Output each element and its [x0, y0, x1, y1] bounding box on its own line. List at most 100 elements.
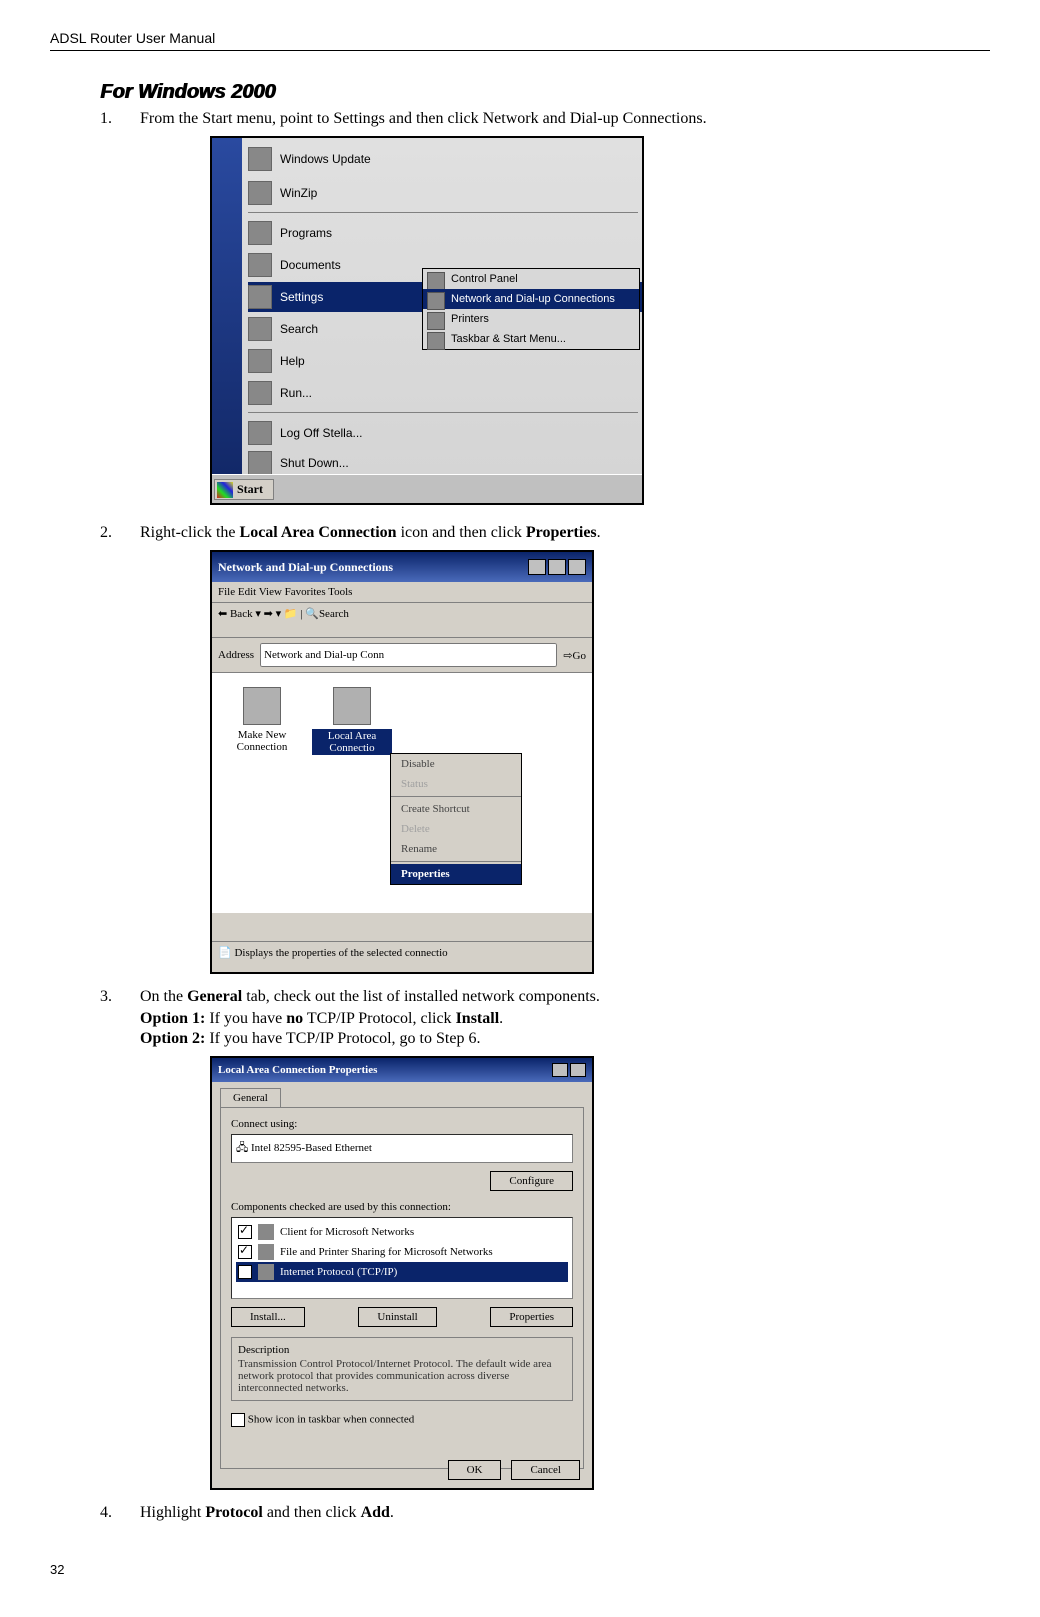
menubar[interactable]: File Edit View Favorites Tools [212, 582, 592, 603]
menu-label: Settings [280, 290, 323, 304]
window-titlebar: Network and Dial-up Connections [212, 552, 592, 582]
dialog-title: Local Area Connection Properties [218, 1064, 377, 1076]
explorer-body: Make New Connection Local AreaConnectio … [212, 673, 592, 913]
icon-label: Connectio [329, 742, 374, 754]
component-file-print[interactable]: File and Printer Sharing for Microsoft N… [236, 1242, 568, 1262]
ctx-properties[interactable]: Properties [391, 864, 521, 884]
windows-update-icon [248, 147, 272, 171]
text-run: If you have [205, 1010, 286, 1027]
text-run: icon and then click [397, 524, 526, 541]
search-button[interactable]: Search [319, 608, 349, 620]
description-heading: Description [238, 1344, 566, 1356]
dialog-footer: OK Cancel [448, 1460, 580, 1480]
menu-label: WinZip [280, 186, 317, 200]
component-label: Client for Microsoft Networks [280, 1226, 414, 1238]
step-3: 3. On the General tab, check out the lis… [100, 988, 990, 1006]
menu-help[interactable]: Help [248, 346, 642, 376]
text-run: Right-click the [140, 524, 240, 541]
shutdown-icon [248, 451, 272, 475]
step-1: 1. From the Start menu, point to Setting… [100, 110, 990, 128]
description-text: Transmission Control Protocol/Internet P… [238, 1358, 566, 1394]
ctx-create-shortcut[interactable]: Create Shortcut [391, 799, 521, 819]
logoff-icon [248, 421, 272, 445]
share-icon [258, 1244, 274, 1260]
win2000-banner [212, 138, 242, 475]
minimize-icon[interactable] [528, 559, 546, 575]
checkbox-icon[interactable] [231, 1413, 245, 1427]
help-icon[interactable] [552, 1063, 568, 1077]
address-label: Address [218, 649, 254, 661]
step-3-text: On the General tab, check out the list o… [140, 988, 990, 1006]
step-4-text: Highlight Protocol and then click Add. [140, 1504, 990, 1522]
adapter-icon: 🖧 [236, 1142, 248, 1154]
menu-label: Help [280, 354, 305, 368]
submenu-printers[interactable]: Printers [423, 309, 639, 329]
text-bold: Add [361, 1504, 390, 1521]
configure-button[interactable]: Configure [490, 1171, 573, 1191]
step-4-number: 4. [100, 1504, 140, 1522]
menu-run[interactable]: Run... [248, 378, 642, 408]
component-label: Internet Protocol (TCP/IP) [280, 1266, 397, 1278]
submenu-taskbar[interactable]: Taskbar & Start Menu... [423, 329, 639, 349]
ctx-rename[interactable]: Rename [391, 839, 521, 859]
run-icon [248, 381, 272, 405]
start-button[interactable]: Start [214, 479, 274, 500]
maximize-icon[interactable] [548, 559, 566, 575]
back-button[interactable]: Back [230, 608, 253, 620]
menu-programs[interactable]: Programs [248, 218, 642, 248]
icon-label: Local Area [328, 730, 377, 742]
uninstall-button[interactable]: Uninstall [358, 1307, 436, 1327]
figure-start-menu: Windows Update WinZip Programs Documents… [210, 136, 990, 510]
text-bold: Local Area Connection [240, 524, 397, 541]
step-2-text: Right-click the Local Area Connection ic… [140, 524, 990, 542]
option-2: Option 2: If you have TCP/IP Protocol, g… [140, 1030, 990, 1048]
components-list: Client for Microsoft Networks File and P… [231, 1217, 573, 1299]
go-button[interactable]: ⇨Go [563, 649, 586, 662]
menu-windows-update[interactable]: Windows Update [248, 144, 642, 174]
text-run: TCP/IP Protocol, click [303, 1010, 455, 1027]
description-group: Description Transmission Control Protoco… [231, 1337, 573, 1401]
text-run: . [390, 1504, 394, 1521]
menu-label: Documents [280, 258, 341, 272]
checkbox-icon[interactable] [238, 1265, 252, 1279]
close-icon[interactable] [570, 1063, 586, 1077]
install-button[interactable]: Install... [231, 1307, 305, 1327]
submenu-network-dialup[interactable]: Network and Dial-up Connections [423, 289, 639, 309]
tab-general[interactable]: General [220, 1088, 281, 1107]
client-icon [258, 1224, 274, 1240]
winzip-icon [248, 181, 272, 205]
close-icon[interactable] [568, 559, 586, 575]
address-input[interactable] [260, 643, 557, 667]
page-number: 32 [50, 1562, 990, 1577]
step-4: 4. Highlight Protocol and then click Add… [100, 1504, 990, 1522]
dialog-panel: Connect using: 🖧 Intel 82595-Based Ether… [220, 1107, 584, 1469]
separator [391, 861, 521, 862]
menu-label: Programs [280, 226, 332, 240]
ctx-disable[interactable]: Disable [391, 754, 521, 774]
step-1-text: From the Start menu, point to Settings a… [140, 110, 990, 128]
properties-button[interactable]: Properties [490, 1307, 573, 1327]
component-tcpip[interactable]: Internet Protocol (TCP/IP) [236, 1262, 568, 1282]
icon-make-new-connection[interactable]: Make New Connection [222, 687, 302, 753]
checkbox-icon[interactable] [238, 1245, 252, 1259]
address-bar: Address ⇨Go [212, 638, 592, 673]
text-run: . [597, 524, 601, 541]
menu-label: Windows Update [280, 152, 371, 166]
submenu-control-panel[interactable]: Control Panel [423, 269, 639, 289]
ok-button[interactable]: OK [448, 1460, 502, 1480]
menu-logoff[interactable]: Log Off Stella... [248, 418, 642, 448]
status-bar: 📄 Displays the properties of the selecte… [212, 941, 592, 972]
text-bold: Protocol [205, 1504, 262, 1521]
go-label: Go [573, 650, 586, 662]
window-title: Network and Dial-up Connections [218, 560, 393, 575]
taskbar: Start [212, 474, 642, 503]
menu-winzip[interactable]: WinZip [248, 178, 642, 208]
menu-label: Shut Down... [280, 456, 349, 470]
adapter-field: 🖧 Intel 82595-Based Ethernet [231, 1134, 573, 1163]
cancel-button[interactable]: Cancel [511, 1460, 580, 1480]
checkbox-icon[interactable] [238, 1225, 252, 1239]
menu-label: Search [280, 322, 318, 336]
text-run: tab, check out the list of installed net… [242, 988, 600, 1005]
icon-local-area-connection[interactable]: Local AreaConnectio [312, 687, 392, 755]
component-client[interactable]: Client for Microsoft Networks [236, 1222, 568, 1242]
